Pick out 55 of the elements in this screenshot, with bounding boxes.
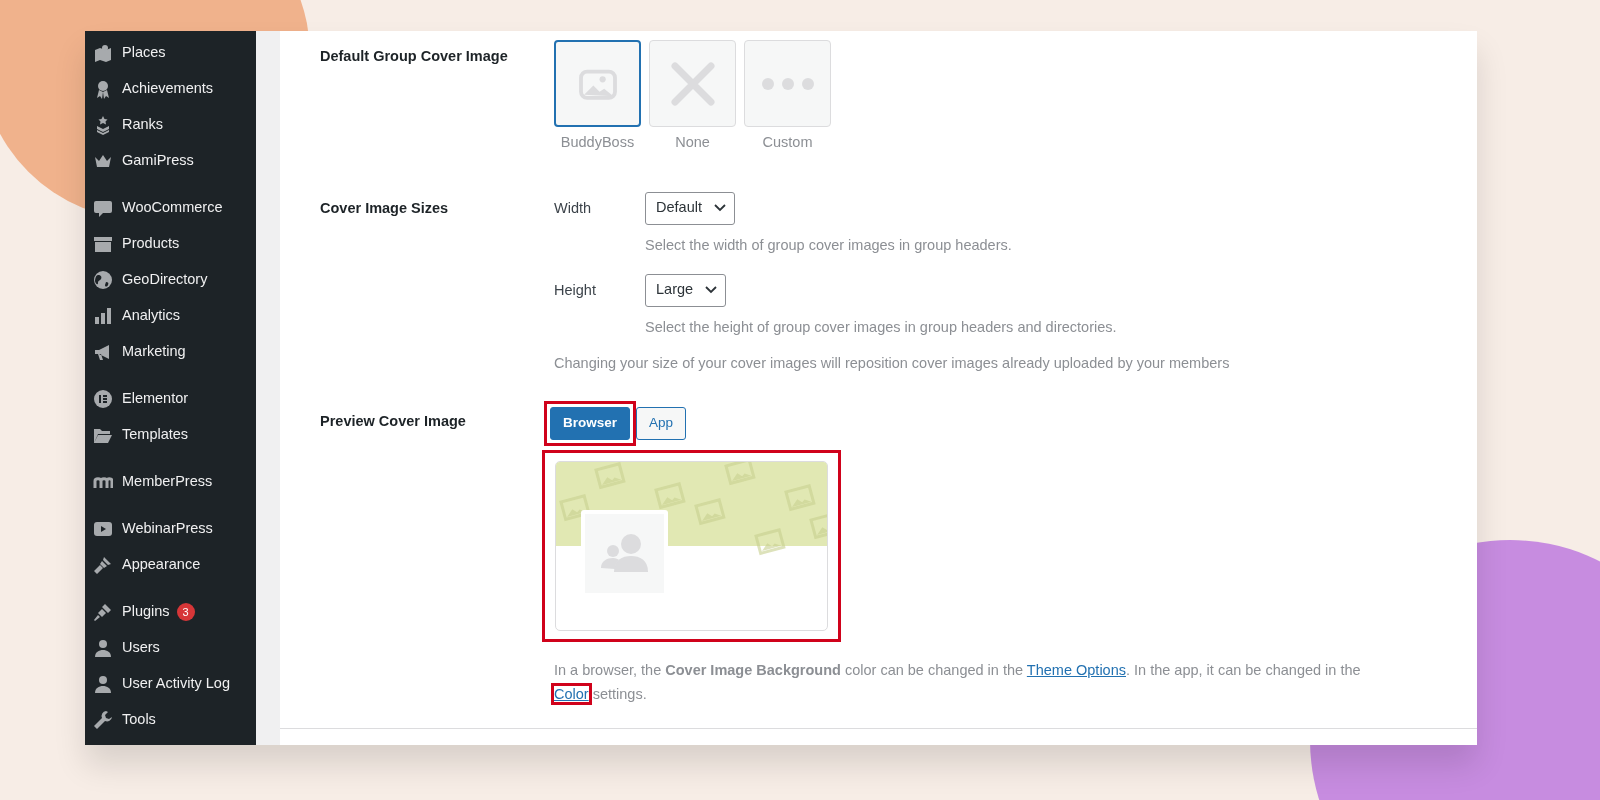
select-field[interactable]: Large: [645, 273, 727, 307]
group-avatar-icon: [585, 514, 664, 593]
sidebar-item[interactable]: User Activity Log: [85, 666, 256, 702]
sidebar-item[interactable]: Marketing: [85, 334, 256, 370]
circle-logo-icon: [93, 389, 113, 409]
sidebar-item[interactable]: Elementor: [85, 381, 256, 417]
cross-icon: [670, 61, 715, 106]
option-label: BuddyBoss: [559, 133, 636, 152]
sidebar-item[interactable]: Products: [85, 226, 256, 262]
sidebar-item[interactable]: Tools: [85, 702, 256, 738]
select-field[interactable]: Default: [645, 191, 735, 225]
field-label: Height: [554, 280, 597, 300]
user-icon: [93, 674, 113, 694]
sidebar-item[interactable]: MemberPress: [85, 464, 256, 500]
help-text: In a browser, the Cover Image Background color can be changed in the Theme Options. In the app, it can be changed in the Color settings.: [554, 658, 1382, 706]
wrench-icon: [93, 710, 113, 730]
sidebar-item[interactable]: Analytics: [85, 298, 256, 334]
toggle-button[interactable]: Browser: [550, 407, 631, 440]
option-label: Custom: [761, 133, 814, 152]
setting-label: Cover Image Sizes: [320, 198, 450, 218]
dots-icon: [761, 77, 814, 90]
sidebar-item[interactable]: Places: [85, 35, 256, 71]
setting-label: Preview Cover Image: [320, 412, 467, 431]
sidebar-item[interactable]: Plugins 3: [85, 594, 256, 630]
chevron-down-icon: [705, 286, 718, 294]
text-link[interactable]: Color: [554, 686, 589, 702]
chevron-down-icon: [713, 204, 726, 213]
help-text: Select the width of group cover images in group headers.: [645, 235, 1012, 255]
sidebar-item[interactable]: Templates: [85, 417, 256, 453]
sidebar-item[interactable]: GeoDirectory: [85, 262, 256, 298]
sidebar-item[interactable]: GamiPress: [85, 143, 256, 179]
option-label: None: [674, 133, 711, 152]
globe-icon: [93, 270, 113, 290]
sidebar-item[interactable]: Appearance: [85, 547, 256, 583]
field-label: Width: [554, 198, 593, 218]
sidebar-item[interactable]: Ranks: [85, 107, 256, 143]
bar-chart-icon: [93, 306, 113, 326]
count-badge: 3: [176, 603, 195, 621]
sidebar-item[interactable]: WebinarPress: [85, 511, 256, 547]
help-text: Select the height of group cover images in group headers and directories.: [645, 317, 1117, 337]
sidebar-item[interactable]: WooCommerce: [85, 190, 256, 226]
toggle-button[interactable]: App: [636, 407, 687, 440]
speech-bubble-icon: [93, 198, 113, 218]
text-link[interactable]: Theme Options: [1026, 662, 1126, 678]
setting-label: Default Group Cover Image: [320, 47, 509, 66]
plug-icon: [93, 602, 113, 622]
sidebar-item[interactable]: Users: [85, 630, 256, 666]
help-text: Changing your size of your cover images will reposition cover images already uploaded by your members: [554, 354, 1230, 374]
user-icon: [93, 638, 113, 658]
cover-option[interactable]: [554, 40, 641, 127]
sidebar-item[interactable]: Achievements: [85, 71, 256, 107]
archive-box-icon: [93, 234, 113, 254]
paintbrush-icon: [93, 555, 113, 575]
play-button-icon: [93, 519, 113, 539]
map-pin-icon: [93, 43, 113, 63]
